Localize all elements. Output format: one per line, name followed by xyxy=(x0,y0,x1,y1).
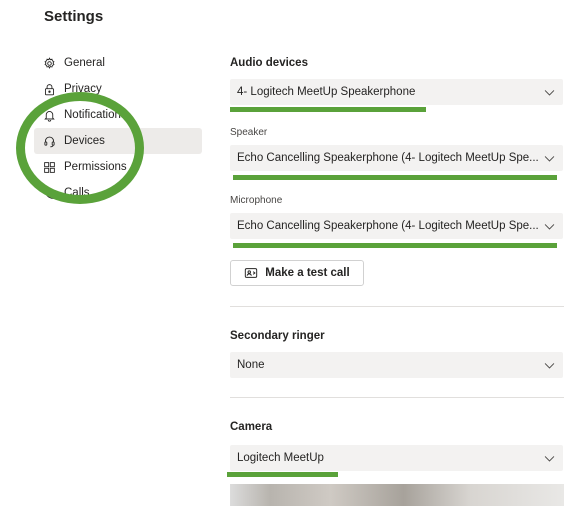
chevron-down-icon xyxy=(541,450,557,466)
make-test-call-button[interactable]: Make a test call xyxy=(230,260,364,286)
secondary-ringer-heading: Secondary ringer xyxy=(230,330,325,342)
test-call-icon xyxy=(244,266,258,280)
sidebar-item-privacy[interactable]: Privacy xyxy=(34,76,202,102)
microphone-value: Echo Cancelling Speakerphone (4- Logitec… xyxy=(237,220,539,232)
annotation-underline xyxy=(233,243,557,248)
headset-icon xyxy=(42,134,56,148)
camera-value: Logitech MeetUp xyxy=(237,452,324,464)
sidebar-item-permissions[interactable]: Permissions xyxy=(34,154,202,180)
sidebar-item-label: General xyxy=(64,57,105,69)
chevron-down-icon xyxy=(541,218,557,234)
bell-icon xyxy=(42,108,56,122)
grid-icon xyxy=(42,160,56,174)
sidebar-item-label: Privacy xyxy=(64,83,102,95)
settings-sidebar: General Privacy Notifications Devices Pe… xyxy=(34,50,202,206)
audio-device-value: 4- Logitech MeetUp Speakerphone xyxy=(237,86,416,98)
chevron-down-icon xyxy=(541,150,557,166)
sidebar-item-calls[interactable]: Calls xyxy=(34,180,202,206)
annotation-underline xyxy=(233,175,557,180)
annotation-underline xyxy=(227,472,338,477)
gear-icon xyxy=(42,56,56,70)
camera-preview xyxy=(230,484,564,506)
annotation-underline xyxy=(230,107,426,112)
camera-heading: Camera xyxy=(230,421,273,433)
sidebar-item-label: Devices xyxy=(64,135,105,147)
sidebar-item-general[interactable]: General xyxy=(34,50,202,76)
chevron-down-icon xyxy=(541,84,557,100)
sidebar-item-devices[interactable]: Devices xyxy=(34,128,202,154)
speaker-value: Echo Cancelling Speakerphone (4- Logitec… xyxy=(237,152,539,164)
sidebar-item-label: Calls xyxy=(64,187,90,199)
section-divider xyxy=(230,397,564,398)
speaker-dropdown[interactable]: Echo Cancelling Speakerphone (4- Logitec… xyxy=(230,145,563,171)
microphone-label: Microphone xyxy=(230,195,283,206)
audio-device-dropdown[interactable]: 4- Logitech MeetUp Speakerphone xyxy=(230,79,563,105)
phone-icon xyxy=(42,186,56,200)
audio-devices-heading: Audio devices xyxy=(230,57,308,69)
sidebar-item-label: Notifications xyxy=(64,109,127,121)
camera-dropdown[interactable]: Logitech MeetUp xyxy=(230,445,563,471)
page-title: Settings xyxy=(44,8,104,25)
sidebar-item-notifications[interactable]: Notifications xyxy=(34,102,202,128)
section-divider xyxy=(230,306,564,307)
microphone-dropdown[interactable]: Echo Cancelling Speakerphone (4- Logitec… xyxy=(230,213,563,239)
test-call-label: Make a test call xyxy=(265,267,350,279)
secondary-ringer-dropdown[interactable]: None xyxy=(230,352,563,378)
secondary-ringer-value: None xyxy=(237,359,265,371)
chevron-down-icon xyxy=(541,357,557,373)
lock-icon xyxy=(42,82,56,96)
sidebar-item-label: Permissions xyxy=(64,161,127,173)
speaker-label: Speaker xyxy=(230,127,268,138)
